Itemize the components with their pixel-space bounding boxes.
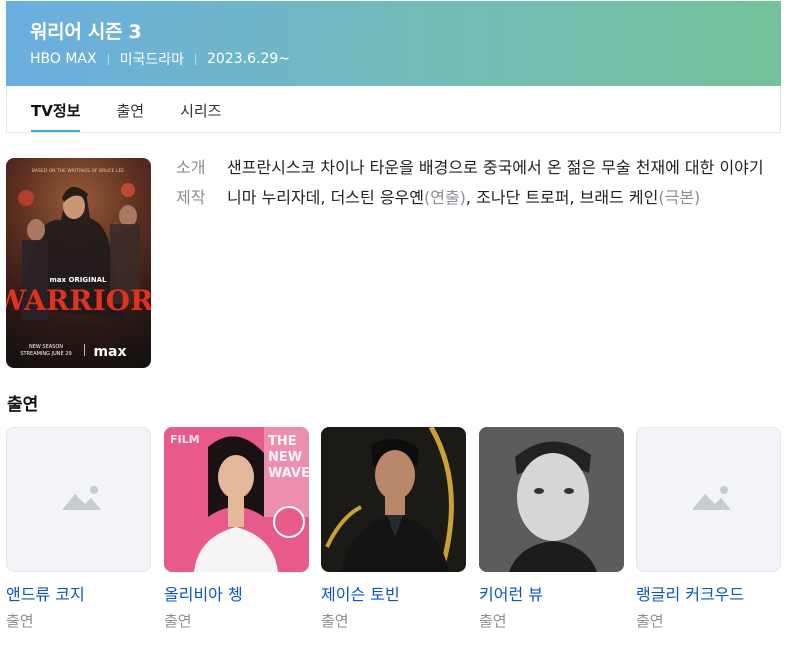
svg-text:NEW: NEW [268,450,302,465]
page-title: 워리어 시즌 3 [30,21,142,43]
poster-image[interactable]: BASED ON THE WRITINGS OF BRUCE LEE max O… [6,158,151,368]
placeholder-image-icon [62,486,101,510]
cast-list: 앤드류 코지 출연 FILM THE NEW WAVE 올리비아 쳉 출연 제이… [6,427,782,637]
cast-photo[interactable] [636,427,781,572]
cast-photo[interactable] [321,427,466,572]
cast-photo[interactable] [479,427,624,572]
poster-new-season: NEW SEASON [29,344,63,350]
meta-divider [195,53,197,65]
production-directors: 니마 누리자데, 더스틴 응우옌 [227,188,424,207]
poster-max-logo: max [93,344,126,360]
production-writers: , 조나단 트로퍼, 브래드 케인 [465,188,659,207]
cast-name[interactable]: 키어런 뷰 [479,581,624,605]
cast-card[interactable]: 랭글리 커크우드 출연 [636,427,781,631]
synopsis-label: 소개 [176,158,206,177]
cast-card[interactable]: FILM THE NEW WAVE 올리비아 쳉 출연 [164,427,309,631]
poster-tagline: BASED ON THE WRITINGS OF BRUCE LEE [32,168,124,174]
placeholder-image-icon [692,486,731,510]
synopsis-row: 소개 샌프란시스코 차이나 타운을 배경으로 중국에서 온 젊은 무술 천재에 … [176,154,784,182]
cast-photo[interactable]: FILM THE NEW WAVE [164,427,309,572]
meta-genre[interactable]: 미국드라마 [120,49,184,69]
meta-date: 2023.6.29~ [207,51,290,67]
meta-network[interactable]: HBO MAX [30,51,97,67]
poster-brand: max ORIGINAL [49,276,107,284]
cast-role: 출연 [321,612,349,630]
poster-title: WARRIOR [6,284,151,317]
cast-card[interactable]: 앤드류 코지 출연 [6,427,151,631]
cast-name[interactable]: 제이슨 토빈 [321,581,466,605]
cast-role: 출연 [479,612,507,630]
svg-text:FILM: FILM [170,433,200,446]
synopsis-text: 샌프란시스코 차이나 타운을 배경으로 중국에서 온 젊은 무술 천재에 대한 … [227,158,764,177]
poster-streaming: STREAMING JUNE 29 [20,351,71,357]
production-row: 제작 니마 누리자데, 더스틴 응우옌(연출), 조나단 트로퍼, 브래드 케인… [176,184,784,212]
tab-tv-info[interactable]: TV정보 [31,86,81,132]
meta-divider [107,53,109,65]
svg-text:WAVE: WAVE [268,466,309,481]
production-role-writer: (극본) [658,188,701,207]
cast-name[interactable]: 올리비아 쳉 [164,581,309,605]
cast-card[interactable]: 키어런 뷰 출연 [479,427,624,631]
meta-line: HBO MAX 미국드라마 2023.6.29~ [30,49,290,69]
cast-heading: 출연 [7,395,39,415]
svg-text:THE: THE [268,434,297,449]
cast-card[interactable]: 제이슨 토빈 출연 [321,427,466,631]
tab-bar: TV정보 출연 시리즈 [6,86,781,133]
cast-role: 출연 [6,612,34,630]
info-section: 소개 샌프란시스코 차이나 타운을 배경으로 중국에서 온 젊은 무술 천재에 … [176,154,784,214]
cast-name[interactable]: 랭글리 커크우드 [636,581,781,605]
cast-role: 출연 [636,612,664,630]
cast-name[interactable]: 앤드류 코지 [6,581,151,605]
title-header: 워리어 시즌 3 HBO MAX 미국드라마 2023.6.29~ [6,1,781,86]
cast-role: 출연 [164,612,192,630]
cast-photo[interactable] [6,427,151,572]
tab-series[interactable]: 시리즈 [180,86,221,132]
production-text: 니마 누리자데, 더스틴 응우옌(연출), 조나단 트로퍼, 브래드 케인(극본… [227,184,700,212]
production-label: 제작 [176,188,206,207]
tab-cast[interactable]: 출연 [116,86,144,132]
production-role-director: (연출) [423,188,466,207]
